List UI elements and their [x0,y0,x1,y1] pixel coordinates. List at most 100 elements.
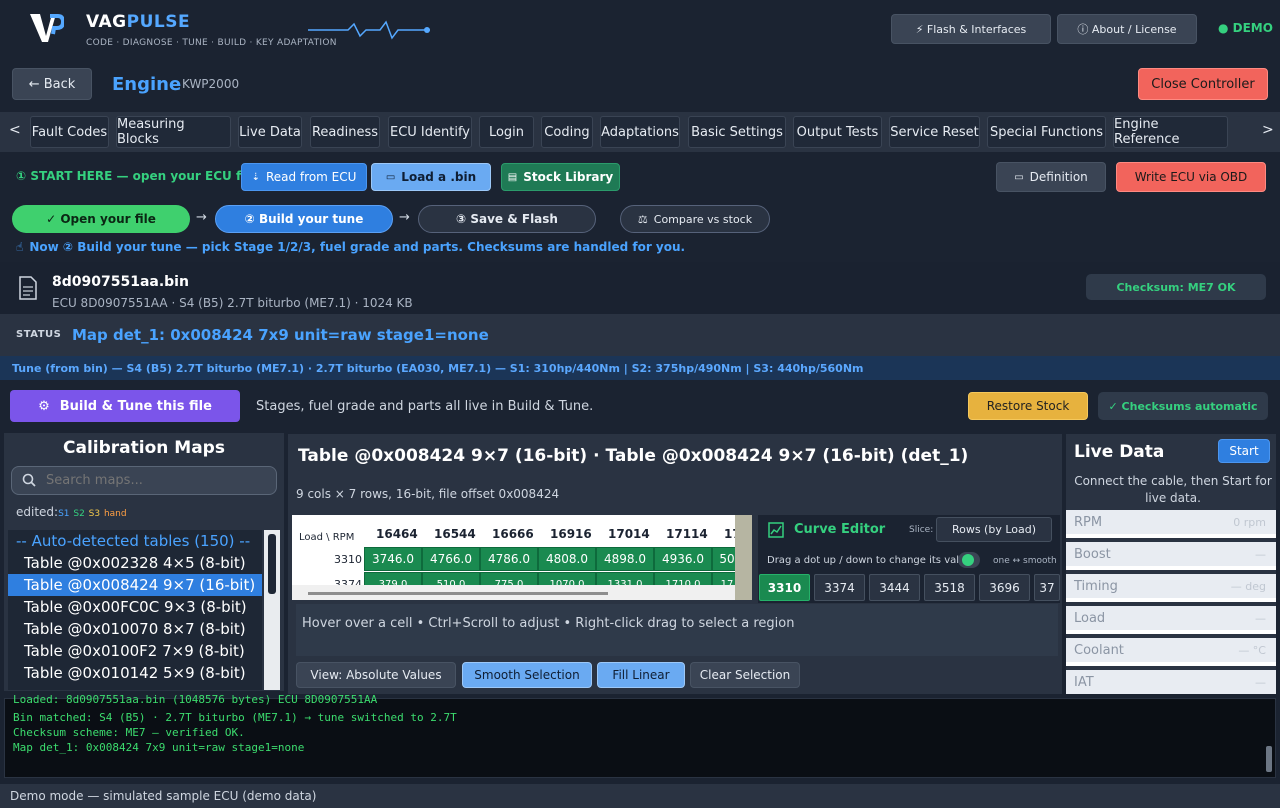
live-hint: Connect the cable, then Start for live d… [1074,474,1272,505]
stock-library-label: Stock Library [523,170,614,184]
curve-chip[interactable]: 3518 [924,574,975,601]
tab-special-functions[interactable]: Special Functions [987,116,1106,148]
grid-hscroll-thumb[interactable] [308,592,608,595]
grid-corner-label: Load \ RPM [299,532,355,543]
legend-s2: S2 [73,509,85,519]
grid-col-header: 16544 [434,527,476,541]
smooth-toggle-knob[interactable] [962,554,974,566]
log-line: Map det_1: 0x008424 7x9 unit=raw stage1=… [13,741,305,754]
live-start-button[interactable]: Start [1218,439,1270,463]
view-mode-button[interactable]: View: Absolute Values [296,662,456,688]
tab-readiness[interactable]: Readiness [310,116,380,148]
legend-hand: hand [103,509,127,519]
tab-live-data[interactable]: Live Data [238,116,302,148]
checksums-auto-badge: ✓ Checksums automatic [1098,392,1268,420]
live-row-label: Coolant [1074,642,1124,658]
list-group-header: -- Auto-detected tables (150) -- [16,532,251,550]
step-arrow-icon: → [399,210,410,225]
compare-stock-label: Compare vs stock [653,212,753,226]
log-console[interactable]: Loaded: 8d0907551aa.bin (1048576 bytes) … [4,693,1276,778]
about-license-button[interactable]: ⓘ About / License [1057,14,1197,44]
tab-coding[interactable]: Coding [541,116,593,148]
build-tune-button[interactable]: ⚙ Build & Tune this file [10,390,240,422]
list-item[interactable]: Table @0x010142 5×9 (8-bit) [8,662,262,684]
tab-adaptations[interactable]: Adaptations [600,116,680,148]
folder-icon: ▭ [385,171,396,183]
grid-vscroll[interactable] [735,515,752,600]
maps-scroll-thumb[interactable] [268,534,276,594]
live-row-value: — [1255,675,1266,689]
curve-chip[interactable]: 37 [1034,574,1060,601]
smooth-selection-button[interactable]: Smooth Selection [462,662,592,688]
restore-stock-button[interactable]: Restore Stock [968,392,1088,420]
checksum-badge: Checksum: ME7 OK [1086,274,1266,300]
legend-s1: S1 [58,509,70,519]
grid-cell[interactable]: 4936.0 [654,547,712,571]
live-row-rpm: RPM 0 rpm [1066,510,1276,538]
build-tune-label: Build & Tune this file [59,398,212,414]
tab-engine-reference[interactable]: Engine Reference [1113,116,1228,148]
curve-chip[interactable]: 3696 [979,574,1030,601]
search-maps-input[interactable] [11,466,277,495]
close-controller-button[interactable]: Close Controller [1138,68,1268,100]
tabs-scroll-left-icon[interactable]: < [9,122,21,138]
definition-icon: ▭ [1014,171,1024,183]
step-build-tune[interactable]: ② Build your tune [215,205,393,233]
flash-interfaces-button[interactable]: ⚡ Flash & Interfaces [891,14,1051,44]
map-grid[interactable]: Load \ RPM 16464 16544 16666 16916 17014… [292,515,752,600]
list-item[interactable]: Table @0x0100F2 7×9 (8-bit) [8,640,262,662]
console-scroll-thumb[interactable] [1266,746,1272,772]
live-row-value: — °C [1238,643,1266,657]
stock-library-button[interactable]: ▤ Stock Library [501,163,620,191]
tab-fault-codes[interactable]: Fault Codes [30,116,109,148]
grid-cell[interactable]: 4808.0 [538,547,596,571]
slice-select[interactable]: Rows (by Load) [936,517,1052,542]
curve-chip-selected[interactable]: 3310 [759,574,810,601]
back-button[interactable]: ← Back [12,68,92,100]
pulse-line-icon [308,20,430,40]
tab-basic-settings[interactable]: Basic Settings [688,116,786,148]
live-row-value: — deg [1230,579,1266,593]
maps-list[interactable]: -- Auto-detected tables (150) -- Table @… [8,530,262,690]
gear-icon: ⚙ [38,398,50,414]
list-item-selected[interactable]: Table @0x008424 9×7 (16-bit) [8,574,262,596]
read-from-ecu-button[interactable]: ⇣ Read from ECU [241,163,367,191]
curve-chip[interactable]: 3444 [869,574,920,601]
curve-chip[interactable]: 3374 [814,574,865,601]
step-save-flash[interactable]: ③ Save & Flash [418,205,596,233]
tab-ecu-identify[interactable]: ECU Identify [388,116,472,148]
grid-cell[interactable]: 3746.0 [364,547,422,571]
load-bin-button[interactable]: ▭ Load a .bin [371,163,491,191]
tab-login[interactable]: Login [479,116,534,148]
write-ecu-button[interactable]: Write ECU via OBD [1116,162,1266,192]
step-open-file[interactable]: ✓ Open your file [12,205,190,233]
compare-icon: ⚖ [637,212,648,226]
grid-row-header: 3310 [334,553,362,566]
library-icon: ▤ [507,171,518,183]
grid-cell[interactable]: 4766.0 [422,547,480,571]
module-title: Engine [112,74,182,95]
now-hint: ☝ Now ② Build your tune — pick Stage 1/2/… [16,240,685,254]
log-line: Checksum scheme: ME7 — verified OK. [13,726,245,739]
fill-linear-button[interactable]: Fill Linear [597,662,685,688]
tune-info: Tune (from bin) — S4 (B5) 2.7T biturbo (… [12,362,864,375]
file-name: 8d0907551aa.bin [52,274,189,290]
tab-service-reset[interactable]: Service Reset [889,116,980,148]
definition-button[interactable]: ▭ Definition [996,162,1106,192]
edited-legend: edited:S1 S2 S3 hand [16,505,127,519]
list-item[interactable]: Table @0x002328 4×5 (8-bit) [8,552,262,574]
tab-output-tests[interactable]: Output Tests [793,116,882,148]
grid-cell[interactable]: 4786.0 [480,547,538,571]
list-item[interactable]: Table @0x00FC0C 9×3 (8-bit) [8,596,262,618]
clear-selection-button[interactable]: Clear Selection [690,662,800,688]
tab-measuring-blocks[interactable]: Measuring Blocks [116,116,231,148]
file-icon [19,276,37,300]
list-item[interactable]: Table @0x010070 8×7 (8-bit) [8,618,262,640]
table-title: Table @0x008424 9×7 (16-bit) · Table @0x… [298,446,969,466]
compare-stock-button[interactable]: ⚖ Compare vs stock [620,205,770,233]
search-icon [22,473,36,487]
grid-cell[interactable]: 4898.0 [596,547,654,571]
tabs-scroll-right-icon[interactable]: > [1262,122,1274,138]
live-row-label: RPM [1074,514,1103,530]
live-row-label: Load [1074,610,1106,626]
